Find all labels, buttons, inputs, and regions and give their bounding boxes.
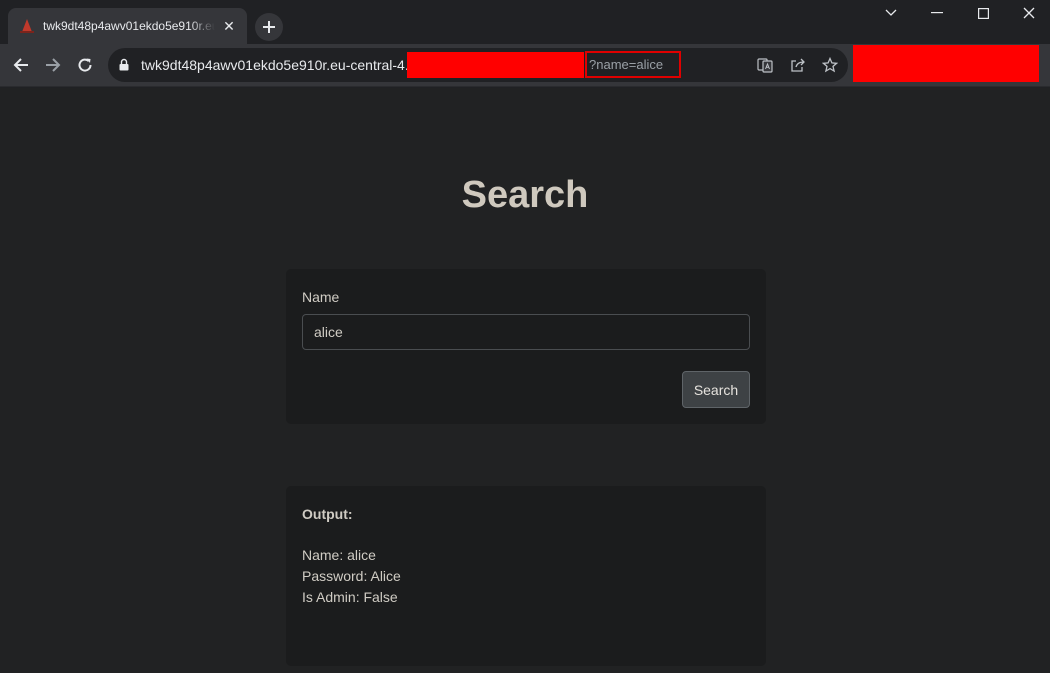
page-title: Search <box>461 174 589 216</box>
reload-icon[interactable] <box>70 50 100 80</box>
tab-search-icon[interactable] <box>868 0 914 26</box>
redaction-bar <box>853 45 1039 82</box>
lock-icon[interactable] <box>119 58 129 76</box>
url-host: twk9dt48p4awv01ekdo5e910r.eu-central-4. <box>141 57 409 73</box>
maximize-icon[interactable] <box>960 0 1006 26</box>
share-icon[interactable] <box>789 56 807 74</box>
output-heading: Output: <box>302 506 353 522</box>
page-content: Search Name Search Output: Name: alice P… <box>0 88 1050 673</box>
new-tab-icon[interactable] <box>255 13 283 41</box>
search-form-card: Name Search <box>286 269 766 424</box>
redaction-bar <box>407 52 584 78</box>
name-input[interactable] <box>302 314 750 350</box>
output-name: Name: alice <box>302 547 376 563</box>
search-button[interactable]: Search <box>682 371 750 408</box>
address-bar[interactable]: twk9dt48p4awv01ekdo5e910r.eu-central-4. … <box>108 48 848 82</box>
tab-title: twk9dt48p4awv01ekdo5e910r.eu-central-4 <box>43 19 215 33</box>
close-icon[interactable] <box>1006 0 1050 26</box>
tab-close-icon[interactable]: ✕ <box>221 18 237 34</box>
name-label: Name <box>302 289 340 305</box>
back-icon[interactable] <box>6 50 36 80</box>
browser-toolbar: twk9dt48p4awv01ekdo5e910r.eu-central-4. … <box>0 44 1050 87</box>
star-icon[interactable] <box>821 56 839 74</box>
minimize-icon[interactable] <box>914 0 960 26</box>
output-password: Password: Alice <box>302 568 401 584</box>
output-card: Output: Name: alice Password: Alice Is A… <box>286 486 766 666</box>
url-query-highlight: ?name=alice <box>585 51 681 78</box>
browser-tab[interactable]: twk9dt48p4awv01ekdo5e910r.eu-central-4 ✕ <box>8 8 247 44</box>
wizard-hat-icon <box>19 18 35 34</box>
output-is-admin: Is Admin: False <box>302 589 398 605</box>
translate-icon[interactable] <box>756 56 774 74</box>
tab-strip: twk9dt48p4awv01ekdo5e910r.eu-central-4 ✕ <box>0 0 1050 44</box>
forward-icon[interactable] <box>38 50 68 80</box>
